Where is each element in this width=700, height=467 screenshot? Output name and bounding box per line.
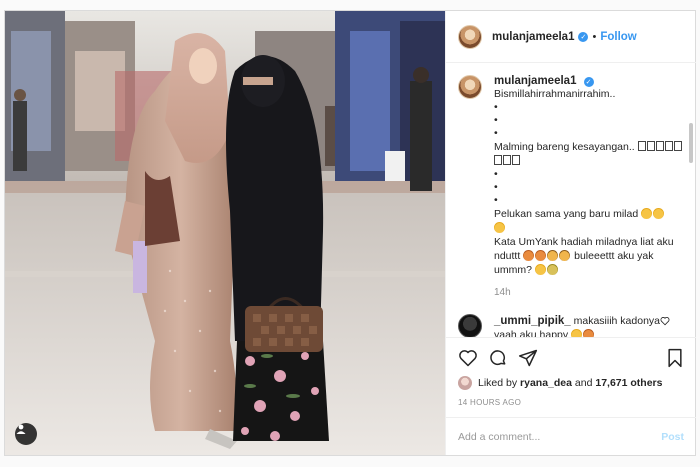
caption-text: Pelukan sama yang baru milad (494, 208, 639, 220)
caption-line (494, 221, 684, 235)
avatar[interactable] (458, 314, 482, 337)
caption-age[interactable]: 14h (494, 287, 684, 298)
laugh-emoji-icon (523, 250, 535, 261)
add-comment-bar: Post (446, 417, 696, 455)
comment-line: _ummi_pipik_ makasiiih kadonya yaah aku … (494, 314, 664, 337)
post-dialog: mulanjameela1 ✓ • Follow mulanjameela1 ✓… (4, 10, 696, 456)
username-link[interactable]: mulanjameela1 (492, 31, 574, 43)
comments-area[interactable]: mulanjameela1 ✓ Bismillahirrahmanirrahim… (446, 63, 696, 337)
liker-avatar[interactable] (458, 376, 472, 390)
likes-middle: and (574, 377, 593, 389)
post-side-panel: mulanjameela1 ✓ • Follow mulanjameela1 ✓… (445, 11, 696, 455)
caption-bullet: • (494, 114, 498, 126)
separator-dot: • (592, 30, 597, 43)
emoji-placeholder-icon (494, 155, 521, 167)
caption-text: Malming bareng kesayangan.. (494, 141, 635, 153)
monkey-emoji-icon (559, 250, 571, 261)
laugh-emoji-icon (583, 329, 595, 337)
flex-emoji-icon (534, 264, 546, 275)
caption-bullet: • (494, 101, 498, 113)
action-icons (458, 346, 684, 370)
caption-line: Kata UmYank hadiah miladnya liat aku ndu… (494, 235, 684, 277)
tag-people-button[interactable] (15, 423, 37, 445)
grin-emoji-icon (641, 208, 653, 219)
verified-badge-icon: ✓ (578, 31, 589, 42)
grin-emoji-icon (494, 222, 505, 233)
post-header: mulanjameela1 ✓ • Follow (446, 11, 696, 63)
caption-bullet: • (494, 194, 498, 206)
emoji-placeholder-icon (637, 141, 683, 153)
comment: _ummi_pipik_ makasiiih kadonya yaah aku … (458, 314, 684, 337)
post-actions: Liked by ryana_dea and 17,671 others 14 … (446, 337, 696, 417)
like-comment-heart-icon[interactable] (660, 316, 670, 329)
posted-timestamp[interactable]: 14 HOURS AGO (458, 398, 684, 417)
caption-bullet: • (494, 127, 498, 139)
grin-emoji-icon (571, 329, 583, 337)
comment-input[interactable] (458, 430, 662, 443)
caption: mulanjameela1 ✓ Bismillahirrahmanirrahim… (458, 75, 684, 298)
likes-count-link[interactable]: 17,671 others (595, 377, 662, 389)
caption-line: Malming bareng kesayangan.. (494, 140, 684, 154)
avatar[interactable] (458, 24, 482, 49)
comment-icon[interactable] (488, 348, 508, 368)
photo-illustration (5, 11, 445, 455)
caption-line (494, 154, 684, 168)
comment-username-link[interactable]: _ummi_pipik_ (494, 315, 571, 327)
share-icon[interactable] (518, 348, 538, 368)
caption-bullet: • (494, 181, 498, 193)
verified-badge-icon: ✓ (583, 77, 594, 87)
grin-emoji-icon (653, 208, 665, 219)
caption-line: Bismillahirrahmanirrahim.. (494, 88, 616, 100)
post-comment-button[interactable]: Post (661, 431, 684, 443)
bookmark-icon[interactable] (666, 348, 684, 368)
scrollbar[interactable] (689, 123, 693, 163)
post-photo[interactable] (5, 11, 445, 455)
grin-emoji-icon (546, 264, 558, 275)
follow-button[interactable]: Follow (600, 31, 636, 43)
laugh-emoji-icon (535, 250, 547, 261)
monkey-emoji-icon (547, 250, 559, 261)
caption-bullet: • (494, 168, 498, 180)
caption-line: Pelukan sama yang baru milad (494, 207, 684, 221)
likes-summary: Liked by ryana_dea and 17,671 others (458, 376, 684, 390)
avatar[interactable] (458, 75, 482, 99)
username-link[interactable]: mulanjameela1 (494, 75, 576, 87)
liker-username-link[interactable]: ryana_dea (520, 377, 572, 389)
heart-icon[interactable] (458, 348, 478, 368)
likes-prefix: Liked by (478, 377, 518, 389)
